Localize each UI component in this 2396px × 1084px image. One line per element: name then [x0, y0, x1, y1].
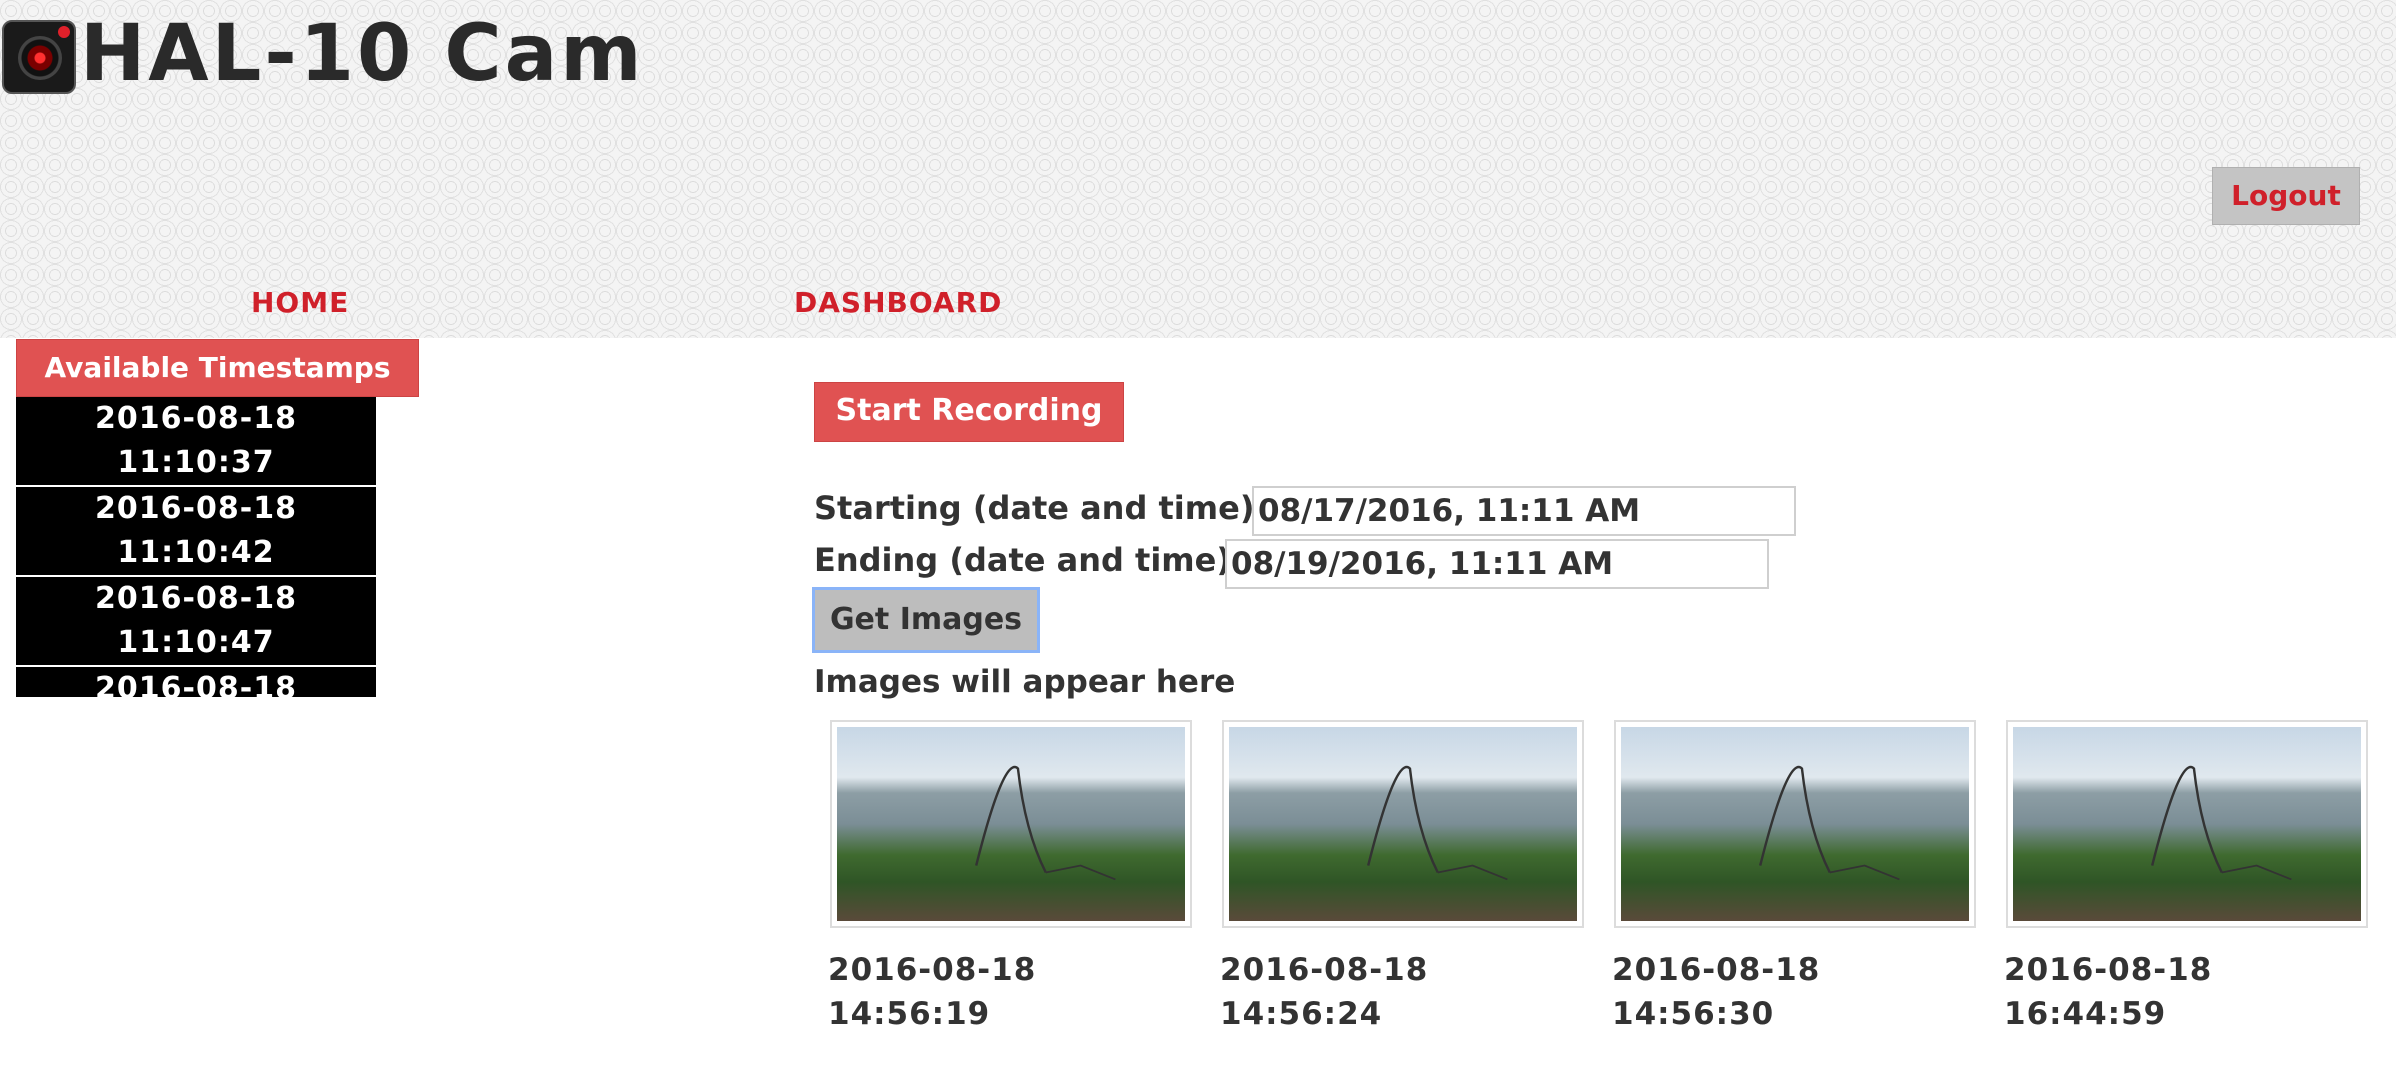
record-dot: [58, 26, 70, 38]
images-placeholder-text: Images will appear here: [814, 664, 1236, 700]
lens: [18, 36, 62, 80]
image-thumbnail[interactable]: [2006, 720, 2368, 928]
image-thumbnail[interactable]: [1614, 720, 1976, 928]
timestamp-item[interactable]: 2016-08-18 11:10:47: [16, 577, 376, 667]
end-datetime-input[interactable]: 08/19/2016, 11:11 AM: [1225, 539, 1769, 589]
rollercoaster-photo: [837, 727, 1185, 921]
start-datetime-input[interactable]: 08/17/2016, 11:11 AM: [1252, 486, 1796, 536]
site-header: HAL-10 Cam Logout HOME DASHBOARD: [0, 0, 2396, 338]
camera-lens-icon: [2, 20, 76, 94]
image-thumbnail[interactable]: [1222, 720, 1584, 928]
nav-dashboard-link[interactable]: DASHBOARD: [794, 286, 1002, 319]
image-caption: 2016-08-18 14:56:30: [1612, 952, 1821, 1032]
logout-button[interactable]: Logout: [2212, 167, 2360, 225]
timestamp-item[interactable]: 2016-08-18 11:10:37: [16, 397, 376, 487]
site-title: HAL-10 Cam: [80, 9, 645, 99]
timestamps-list[interactable]: 2016-08-18 11:10:37 2016-08-18 11:10:42 …: [16, 397, 376, 697]
image-caption: 2016-08-18 16:44:59: [2004, 952, 2213, 1032]
timestamps-header: Available Timestamps: [16, 339, 419, 397]
start-recording-button[interactable]: Start Recording: [814, 382, 1124, 442]
timestamp-item[interactable]: 2016-08-18: [16, 667, 376, 697]
image-caption: 2016-08-18 14:56:19: [828, 952, 1037, 1032]
timestamp-item[interactable]: 2016-08-18 11:10:42: [16, 487, 376, 577]
image-caption: 2016-08-18 14:56:24: [1220, 952, 1429, 1032]
start-datetime-label: Starting (date and time):: [814, 489, 1268, 527]
rollercoaster-photo: [1621, 727, 1969, 921]
rollercoaster-photo: [2013, 727, 2361, 921]
rollercoaster-photo: [1229, 727, 1577, 921]
image-thumbnail[interactable]: [830, 720, 1192, 928]
end-datetime-label: Ending (date and time):: [814, 541, 1244, 579]
get-images-button[interactable]: Get Images: [812, 587, 1040, 653]
nav-home-link[interactable]: HOME: [251, 286, 349, 319]
